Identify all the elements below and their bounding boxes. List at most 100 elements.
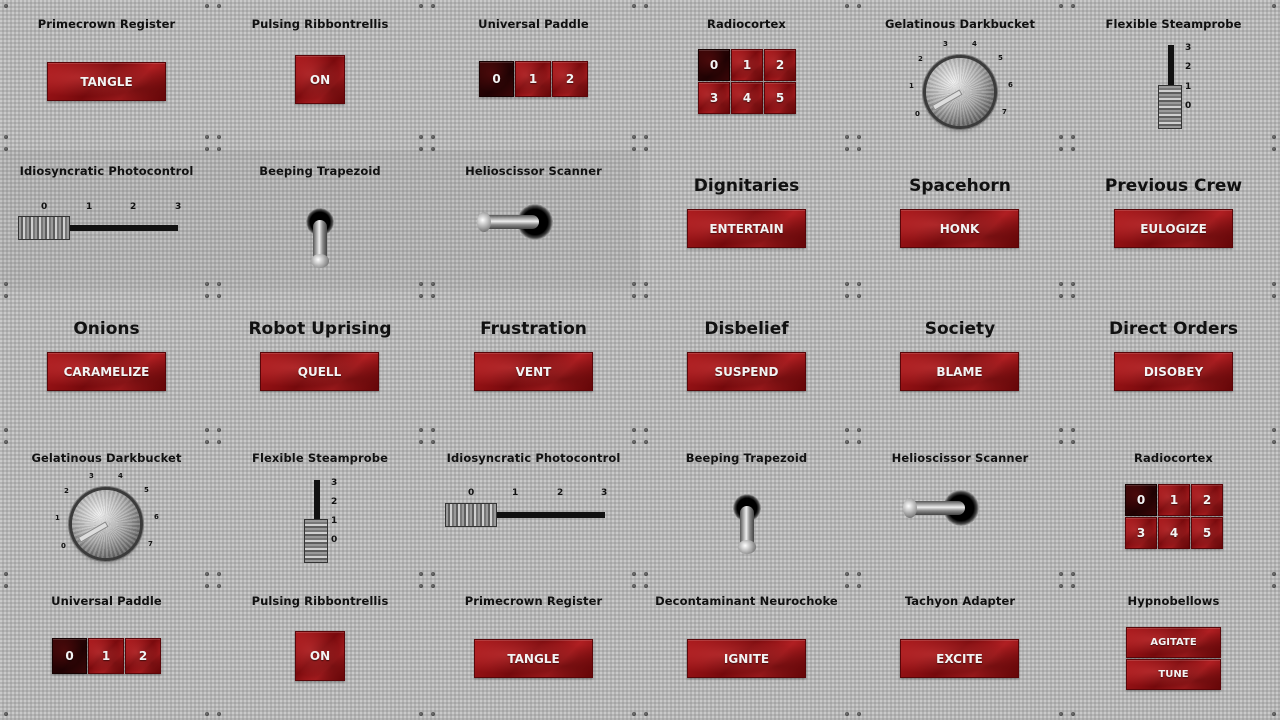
- panel-direct-orders: Direct Orders DISOBEY: [1067, 293, 1280, 436]
- screw: [644, 147, 648, 151]
- paddle-option-1[interactable]: 1: [88, 638, 124, 674]
- entertain-button[interactable]: ENTERTAIN: [687, 209, 806, 248]
- toggle-switch[interactable]: [909, 501, 965, 515]
- screw: [419, 294, 423, 298]
- tangle-button[interactable]: TANGLE: [474, 639, 593, 678]
- panel-title: Pulsing Ribbontrellis: [251, 594, 389, 608]
- slider-label-3: 3: [1185, 43, 1192, 53]
- toggle-tip: [477, 212, 491, 232]
- screw: [1071, 572, 1075, 576]
- agitate-button[interactable]: AGITATE: [1126, 627, 1221, 658]
- panel-title: Robot Uprising: [248, 319, 392, 339]
- panel-title: Helioscissor Scanner: [891, 451, 1029, 465]
- slider-handle[interactable]: [1158, 85, 1182, 129]
- panel-title: Pulsing Ribbontrellis: [251, 17, 389, 31]
- panel-pulsing-ribbontrellis: Pulsing Ribbontrellis ON: [213, 580, 427, 720]
- suspend-button[interactable]: SUSPEND: [687, 352, 806, 391]
- screw: [1272, 712, 1276, 716]
- dial-label-1: 1: [909, 82, 914, 90]
- knob[interactable]: [72, 490, 140, 558]
- quell-button[interactable]: QUELL: [260, 352, 379, 391]
- screw: [857, 282, 861, 286]
- knob[interactable]: [926, 58, 994, 126]
- paddle-option-0[interactable]: 0: [479, 61, 514, 97]
- screw: [644, 572, 648, 576]
- ignite-button[interactable]: IGNITE: [687, 639, 806, 678]
- radio-option-2[interactable]: 2: [1191, 484, 1223, 516]
- panel-disbelief: Disbelief SUSPEND: [640, 293, 853, 436]
- disobey-button[interactable]: DISOBEY: [1114, 352, 1233, 391]
- tangle-button[interactable]: TANGLE: [47, 62, 166, 101]
- screw: [857, 135, 861, 139]
- paddle-option-0[interactable]: 0: [52, 638, 87, 674]
- screw: [419, 4, 423, 8]
- dial-label-3: 3: [89, 472, 94, 480]
- screw: [419, 440, 423, 444]
- panel-beeping-trapezoid: Beeping Trapezoid: [640, 436, 853, 580]
- radio-option-3[interactable]: 3: [698, 82, 730, 114]
- screw: [632, 4, 636, 8]
- screw: [431, 584, 435, 588]
- caramelize-button[interactable]: CARAMELIZE: [47, 352, 166, 391]
- paddle-option-1[interactable]: 1: [515, 61, 551, 97]
- slider-label-1: 1: [86, 202, 93, 212]
- screw: [1272, 440, 1276, 444]
- panel-title: Direct Orders: [1108, 319, 1238, 339]
- blame-button[interactable]: BLAME: [900, 352, 1019, 391]
- screw: [217, 4, 221, 8]
- panel-title: Hypnobellows: [1127, 594, 1220, 608]
- screw: [431, 428, 435, 432]
- screw: [1059, 147, 1063, 151]
- screw: [632, 572, 636, 576]
- panel-dignitaries: Dignitaries ENTERTAIN: [640, 150, 853, 293]
- screw: [1059, 712, 1063, 716]
- radio-option-5[interactable]: 5: [764, 82, 796, 114]
- screw: [205, 584, 209, 588]
- panel-title: Previous Crew: [1104, 176, 1243, 196]
- screw: [419, 584, 423, 588]
- slider-label-0: 0: [331, 535, 338, 545]
- radio-option-4[interactable]: 4: [1158, 517, 1190, 549]
- screw: [1059, 428, 1063, 432]
- slider-handle[interactable]: [18, 216, 70, 240]
- screw: [431, 572, 435, 576]
- radio-option-3[interactable]: 3: [1125, 517, 1157, 549]
- screw: [644, 440, 648, 444]
- screw: [217, 147, 221, 151]
- honk-button[interactable]: HONK: [900, 209, 1019, 248]
- on-button[interactable]: ON: [295, 631, 345, 681]
- radio-option-1[interactable]: 1: [1158, 484, 1190, 516]
- radio-option-0[interactable]: 0: [1125, 484, 1157, 516]
- panel-title: Spacehorn: [909, 176, 1011, 196]
- screw: [1071, 147, 1075, 151]
- panel-society: Society BLAME: [853, 293, 1067, 436]
- radio-option-2[interactable]: 2: [764, 49, 796, 81]
- screw: [431, 147, 435, 151]
- on-button[interactable]: ON: [295, 55, 345, 104]
- dial-label-6: 6: [1008, 81, 1013, 89]
- screw: [431, 135, 435, 139]
- screw: [845, 440, 849, 444]
- radio-option-0[interactable]: 0: [698, 49, 730, 81]
- radio-option-1[interactable]: 1: [731, 49, 763, 81]
- screw: [857, 584, 861, 588]
- toggle-switch[interactable]: [483, 215, 539, 229]
- screw: [217, 712, 221, 716]
- panel-title: Gelatinous Darkbucket: [884, 17, 1036, 31]
- slider-handle[interactable]: [445, 503, 497, 527]
- screw: [205, 147, 209, 151]
- dial-label-0: 0: [61, 542, 66, 550]
- radio-option-4[interactable]: 4: [731, 82, 763, 114]
- vent-button[interactable]: VENT: [474, 352, 593, 391]
- paddle-option-2[interactable]: 2: [125, 638, 161, 674]
- screw: [857, 4, 861, 8]
- screw: [4, 712, 8, 716]
- eulogize-button[interactable]: EULOGIZE: [1114, 209, 1233, 248]
- panel-title: Primecrown Register: [37, 17, 176, 31]
- tune-button[interactable]: TUNE: [1126, 659, 1221, 690]
- radio-option-5[interactable]: 5: [1191, 517, 1223, 549]
- slider-handle[interactable]: [304, 519, 328, 563]
- panel-title: Radiocortex: [707, 17, 786, 31]
- paddle-option-2[interactable]: 2: [552, 61, 588, 97]
- excite-button[interactable]: EXCITE: [900, 639, 1019, 678]
